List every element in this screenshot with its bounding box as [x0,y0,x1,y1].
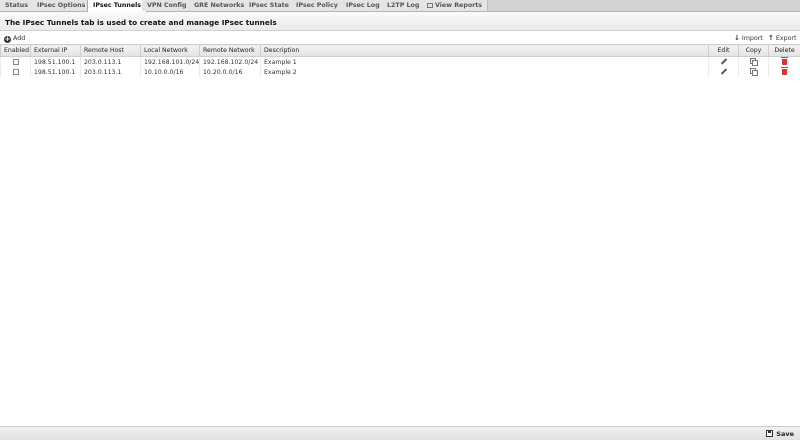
tab-ipsec-policy[interactable]: IPsec Policy [291,0,344,11]
edit-cell [708,56,739,67]
header-remote-network[interactable]: Remote Network [199,44,261,57]
header-edit: Edit [708,44,739,57]
header-description[interactable]: Description [260,44,709,57]
header-local-network[interactable]: Local Network [140,44,200,57]
table-header-row: Enabled External IP Remote Host Local Ne… [0,44,800,57]
pencil-icon[interactable] [720,68,727,75]
tab-status[interactable]: Status [0,0,35,11]
save-label: Save [776,430,794,438]
local-network-cell: 10.10.0.0/16 [140,67,200,77]
local-network-cell: 192.168.101.0/24 [140,56,200,67]
save-button[interactable]: Save [766,430,794,438]
copy-cell [738,67,769,77]
external-ip-cell: 198.51.100.1 [30,56,81,67]
remote-network-cell: 10.20.0.0/16 [199,67,261,77]
tab-l2tp-log[interactable]: L2TP Log [382,0,426,11]
trash-icon[interactable] [781,66,788,75]
trash-icon[interactable] [781,56,788,65]
tunnels-table: Enabled External IP Remote Host Local Ne… [0,44,800,77]
plus-icon: + [4,35,11,43]
add-button[interactable]: + Add [4,34,25,43]
page-heading: The IPsec Tunnels tab is used to create … [0,12,800,31]
enabled-checkbox[interactable] [12,68,19,75]
report-icon [427,3,433,8]
enabled-cell [0,67,31,77]
export-label: Export [775,35,797,42]
edit-cell [708,67,739,77]
tab-ipsec-log[interactable]: IPsec Log [341,0,386,11]
page-title: The IPsec Tunnels tab is used to create … [5,18,277,27]
arrow-up-icon: ↑ [768,34,774,42]
floppy-disk-icon [766,430,774,437]
header-copy: Copy [738,44,769,57]
external-ip-cell: 198.51.100.1 [30,67,81,77]
enabled-cell [0,56,31,67]
tab-view-reports-label: View Reports [435,2,483,9]
header-enabled[interactable]: Enabled [0,44,31,57]
copy-icon[interactable] [750,67,758,76]
tab-gre-networks[interactable]: GRE Networks [189,0,251,11]
header-remote-host[interactable]: Remote Host [80,44,141,57]
footer-bar: Save [0,426,800,440]
tab-view-reports[interactable]: View Reports [422,0,489,11]
description-cell: Example 1 [260,56,709,67]
enabled-checkbox[interactable] [12,58,19,65]
import-label: Import [741,35,763,42]
tab-bar: Status IPsec Options IPsec Tunnels VPN C… [0,0,800,12]
copy-cell [738,56,769,67]
table-row: 198.51.100.1 203.0.113.1 192.168.101.0/2… [0,56,800,67]
header-delete: Delete [768,44,800,57]
copy-icon[interactable] [750,57,758,66]
add-label: Add [13,35,26,42]
import-button[interactable]: ↓ Import [734,34,763,43]
pencil-icon[interactable] [720,58,727,65]
remote-network-cell: 192.168.102.0/24 [199,56,261,67]
table-row: 198.51.100.1 203.0.113.1 10.10.0.0/16 10… [0,66,800,77]
export-button[interactable]: ↑ Export [768,34,797,43]
tab-ipsec-state[interactable]: IPsec State [244,0,295,11]
description-cell: Example 2 [260,67,709,77]
toolbar: + Add ↓ Import ↑ Export [0,32,800,44]
header-external-ip[interactable]: External IP [30,44,81,57]
arrow-down-icon: ↓ [734,34,740,42]
remote-host-cell: 203.0.113.1 [80,56,141,67]
delete-cell [768,56,800,67]
remote-host-cell: 203.0.113.1 [80,67,141,77]
tab-ipsec-options[interactable]: IPsec Options [32,0,92,11]
tab-ipsec-tunnels[interactable]: IPsec Tunnels [87,0,148,12]
delete-cell [768,66,800,77]
tab-vpn-config[interactable]: VPN Config [142,0,193,11]
